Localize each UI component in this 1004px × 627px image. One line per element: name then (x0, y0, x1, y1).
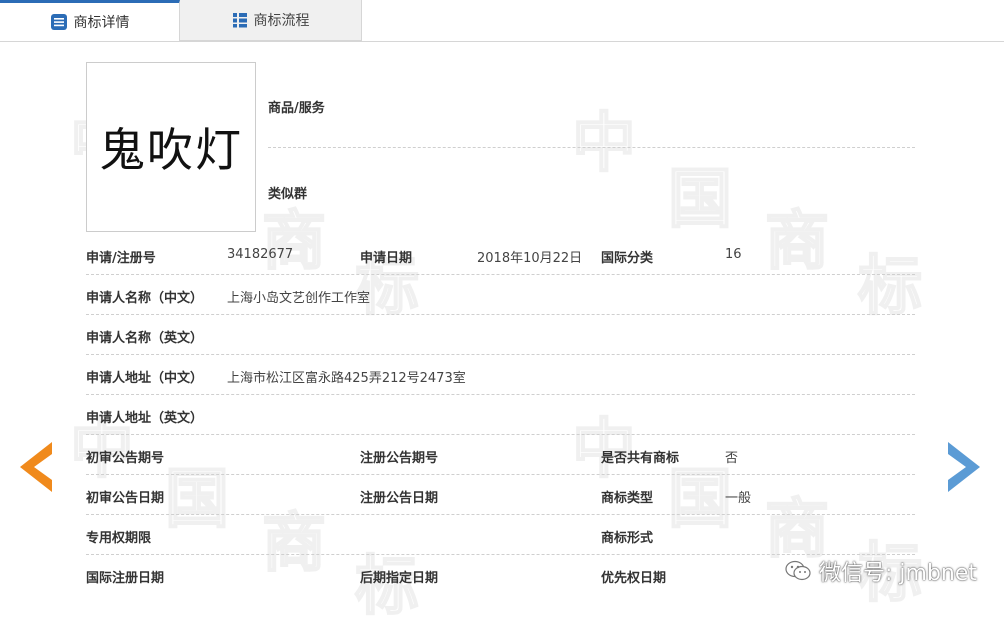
tab-bar: 商标详情 商标流程 (0, 0, 1004, 42)
divider (268, 147, 915, 148)
document-list-icon (50, 13, 68, 31)
tab-trademark-details[interactable]: 商标详情 (0, 0, 180, 41)
row-divider (86, 274, 915, 275)
field-label: 申请日期 (360, 251, 413, 266)
field-label: 商标形式 (601, 531, 654, 546)
field-label: 申请人地址（英文） (86, 411, 204, 426)
arrow-left-icon (20, 442, 52, 492)
field-value: 34182677 (227, 247, 294, 262)
row-divider (86, 514, 915, 515)
row-divider (86, 434, 915, 435)
field-label: 注册公告期号 (360, 451, 439, 466)
field-label: 注册公告日期 (360, 491, 439, 506)
field-value: 上海小岛文艺创作工作室 (227, 291, 371, 306)
trademark-logo-text: 鬼吹灯 (99, 123, 243, 177)
tab-label: 商标详情 (73, 15, 130, 31)
trademark-image: 鬼吹灯 (86, 62, 256, 232)
field-value: 一般 (725, 491, 752, 506)
row-divider (86, 354, 915, 355)
watermark-char: 商 (261, 204, 327, 280)
field-label: 申请人名称（英文） (86, 331, 204, 346)
field-value: 否 (725, 451, 739, 466)
tab-trademark-process[interactable]: 商标流程 (180, 0, 362, 41)
field-label: 初审公告日期 (86, 491, 165, 506)
prev-trademark-button[interactable] (20, 442, 52, 496)
watermark-char: 国 (164, 462, 230, 538)
watermark-char: 国 (667, 162, 733, 238)
field-label: 是否共有商标 (601, 451, 680, 466)
field-label: 初审公告期号 (86, 451, 165, 466)
similar-group-label: 类似群 (268, 187, 308, 202)
watermark-char: 商 (764, 204, 830, 280)
field-label: 优先权日期 (601, 571, 667, 586)
watermark-char: 商 (261, 506, 327, 582)
field-value: 上海市松江区富永路425弄212号2473室 (227, 371, 466, 386)
wechat-icon (785, 560, 811, 582)
field-value: 2018年10月22日 (477, 251, 583, 266)
field-value: 16 (725, 247, 742, 262)
list-icon (232, 12, 248, 28)
goods-services-label: 商品/服务 (268, 101, 325, 116)
row-divider (86, 394, 915, 395)
watermark-char: 中 (571, 412, 637, 488)
field-label: 国际分类 (601, 251, 654, 266)
next-trademark-button[interactable] (948, 442, 980, 496)
field-label: 商标类型 (601, 491, 654, 506)
row-divider (86, 474, 915, 475)
wechat-id-text: 微信号: jmbnet (819, 561, 978, 586)
tab-label: 商标流程 (253, 13, 310, 29)
field-label: 国际注册日期 (86, 571, 165, 586)
arrow-right-icon (948, 442, 980, 492)
field-label: 后期指定日期 (360, 571, 439, 586)
wechat-watermark: 微信号: jmbnet (785, 555, 977, 587)
field-label: 专用权期限 (86, 531, 152, 546)
field-label: 申请/注册号 (86, 251, 156, 266)
row-divider (86, 314, 915, 315)
watermark-char: 中 (571, 106, 637, 182)
field-label: 申请人名称（中文） (86, 291, 204, 306)
field-label: 申请人地址（中文） (86, 371, 204, 386)
